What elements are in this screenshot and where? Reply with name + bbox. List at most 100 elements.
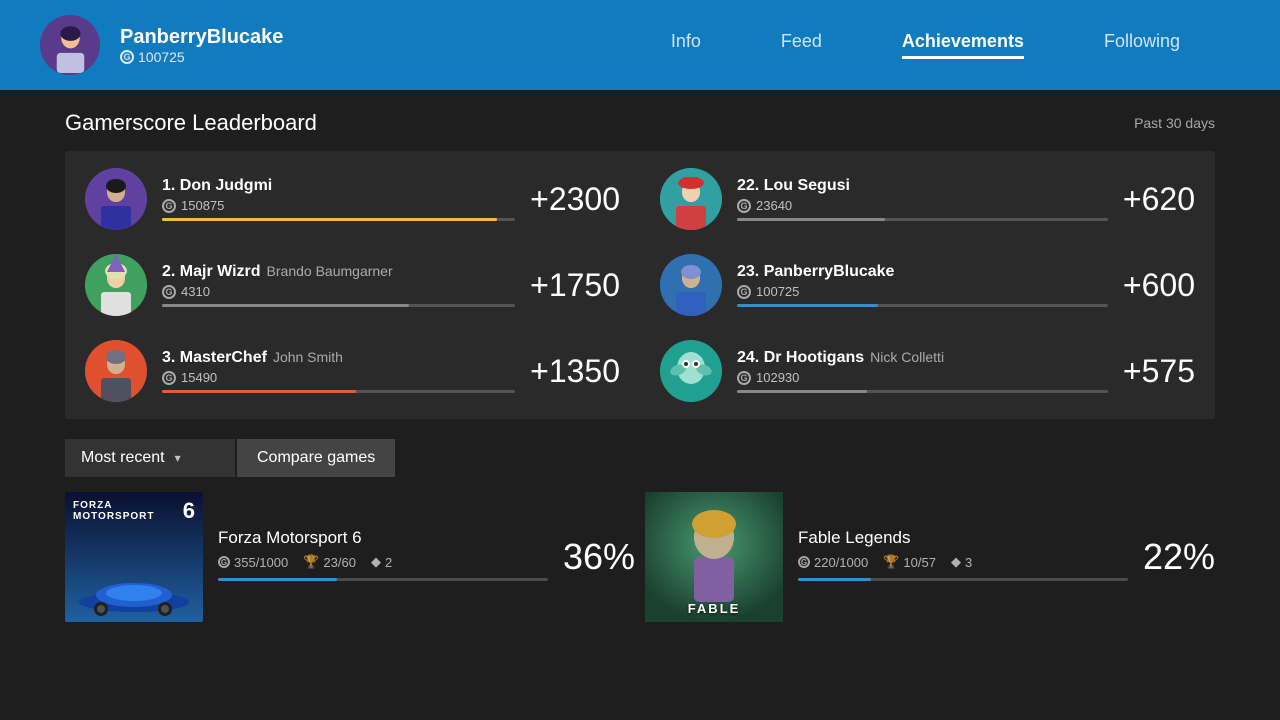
- compare-games-button[interactable]: Compare games: [237, 439, 395, 477]
- lb-avatar-3: [85, 340, 147, 402]
- lb-delta-2: +1750: [530, 267, 620, 304]
- user-info: PanberryBlucake G 100725: [120, 26, 283, 65]
- header: PanberryBlucake G 100725 Info Feed Achie…: [0, 0, 1280, 90]
- lb-bar-container-2: [162, 304, 515, 307]
- game-info-forza: Forza Motorsport 6 G 355/1000 🏆 23/60 ◆: [218, 528, 548, 586]
- lb-info-22: 22. Lou Segusi G 23640: [737, 177, 1108, 221]
- game-gamerscore-forza: G 355/1000: [218, 555, 288, 570]
- lb-bar-23: [737, 304, 878, 307]
- gamerscore-icon: G: [120, 50, 134, 64]
- lb-bar-container-3: [162, 390, 515, 393]
- game-title-fable: Fable Legends: [798, 528, 1128, 548]
- lb-bar-24: [737, 390, 867, 393]
- lb-delta-22: +620: [1123, 181, 1195, 218]
- trophy-icon-fable: 🏆: [883, 554, 899, 570]
- forza-label: FORZAMOTORSPORT: [73, 500, 154, 522]
- lb-delta-1: +2300: [530, 181, 620, 218]
- score-icon-24: G: [737, 371, 751, 385]
- score-icon-1: G: [162, 199, 176, 213]
- lb-avatar-1: [85, 168, 147, 230]
- leaderboard-entry-23: 23. PanberryBlucake G 100725 +600: [640, 242, 1215, 328]
- game-info-fable: Fable Legends G 220/1000 🏆 10/57 ◆ 3: [798, 528, 1128, 586]
- lb-bar-22: [737, 218, 885, 221]
- filter-row: Most recent ▾ Compare games: [65, 439, 1215, 477]
- lb-info-23: 23. PanberryBlucake G 100725: [737, 263, 1108, 307]
- forza-num: 6: [183, 498, 195, 524]
- game-achievements-fable: 🏆 10/57: [883, 554, 936, 570]
- lb-score-23: 100725: [756, 284, 799, 299]
- lb-bar-container-24: [737, 390, 1108, 393]
- diamond-icon-fable: ◆: [951, 554, 961, 570]
- game-stats-fable: G 220/1000 🏆 10/57 ◆ 3: [798, 554, 1128, 570]
- leaderboard-period: Past 30 days: [1134, 115, 1215, 131]
- header-gamerscore: G 100725: [120, 49, 283, 65]
- header-score-value: 100725: [138, 49, 185, 65]
- nav-feed[interactable]: Feed: [781, 31, 822, 59]
- lb-avatar-2: [85, 254, 147, 316]
- leaderboard-left-column: 1. Don Judgmi G 150875 +2300: [65, 156, 640, 414]
- game-progress-bar-forza: [218, 578, 548, 581]
- lb-rank-name-2: 2. Majr Wizrd: [162, 263, 261, 281]
- score-icon-23: G: [737, 285, 751, 299]
- user-avatar: [40, 15, 100, 75]
- lb-bar-container-22: [737, 218, 1108, 221]
- lb-rank-name-24: 24. Dr Hootigans: [737, 349, 864, 367]
- filter-dropdown[interactable]: Most recent ▾: [65, 439, 235, 477]
- score-icon-2: G: [162, 285, 176, 299]
- header-username: PanberryBlucake: [120, 26, 283, 49]
- game-diamonds-fable: ◆ 3: [951, 554, 972, 570]
- fable-label: FABLE: [645, 601, 783, 616]
- lb-score-24: 102930: [756, 370, 799, 385]
- lb-bar-3: [162, 390, 356, 393]
- lb-rank-name-22: 22. Lou Segusi: [737, 177, 850, 195]
- trophy-icon-forza: 🏆: [303, 554, 319, 570]
- game-diamonds-forza: ◆ 2: [371, 554, 392, 570]
- game-percent-forza: 36%: [563, 536, 635, 578]
- lb-bar-container-23: [737, 304, 1108, 307]
- lb-score-3: 15490: [181, 370, 217, 385]
- game-entry-fable: FABLE Fable Legends G 220/1000 🏆 10/57: [645, 492, 1215, 622]
- score-icon-22: G: [737, 199, 751, 213]
- lb-score-22: 23640: [756, 198, 792, 213]
- lb-real-name-3: John Smith: [273, 349, 343, 365]
- lb-real-name-24: Nick Colletti: [870, 349, 944, 365]
- lb-delta-24: +575: [1123, 353, 1195, 390]
- games-section: Most recent ▾ Compare games FORZAMOTORSP…: [65, 439, 1215, 622]
- nav-achievements[interactable]: Achievements: [902, 31, 1024, 59]
- lb-avatar-22: [660, 168, 722, 230]
- chevron-down-icon: ▾: [175, 451, 181, 465]
- leaderboard-entry-24: 24. Dr Hootigans Nick Colletti G 102930 …: [640, 328, 1215, 414]
- game-thumbnail-forza: FORZAMOTORSPORT 6: [65, 492, 203, 622]
- lb-info-3: 3. MasterChef John Smith G 15490: [162, 349, 515, 393]
- game-percent-fable: 22%: [1143, 536, 1215, 578]
- leaderboard-right-column: 22. Lou Segusi G 23640 +620: [640, 156, 1215, 414]
- score-icon-3: G: [162, 371, 176, 385]
- lb-rank-name-1: 1. Don Judgmi: [162, 177, 272, 195]
- game-achievements-forza: 🏆 23/60: [303, 554, 356, 570]
- nav-info[interactable]: Info: [671, 31, 701, 59]
- filter-label: Most recent: [81, 449, 165, 467]
- gamerscore-stat-icon-fable: G: [798, 556, 810, 568]
- game-gamerscore-fable: G 220/1000: [798, 555, 868, 570]
- lb-avatar-23: [660, 254, 722, 316]
- lb-bar-container-1: [162, 218, 515, 221]
- leaderboard-title: Gamerscore Leaderboard: [65, 110, 317, 136]
- game-progress-bar-fable: [798, 578, 1128, 581]
- game-thumbnail-fable: FABLE: [645, 492, 783, 622]
- leaderboard-header: Gamerscore Leaderboard Past 30 days: [65, 110, 1215, 136]
- lb-delta-3: +1350: [530, 353, 620, 390]
- lb-bar-2: [162, 304, 409, 307]
- lb-real-name-2: Brando Baumgarner: [267, 263, 393, 279]
- nav-following[interactable]: Following: [1104, 31, 1180, 59]
- game-stats-forza: G 355/1000 🏆 23/60 ◆ 2: [218, 554, 548, 570]
- games-grid: FORZAMOTORSPORT 6: [65, 492, 1215, 622]
- lb-score-1: 150875: [181, 198, 224, 213]
- leaderboard-entry-22: 22. Lou Segusi G 23640 +620: [640, 156, 1215, 242]
- lb-rank-name-23: 23. PanberryBlucake: [737, 263, 894, 281]
- game-progress-fill-fable: [798, 578, 871, 581]
- leaderboard-entry-3: 3. MasterChef John Smith G 15490 +1350: [65, 328, 640, 414]
- lb-avatar-24: [660, 340, 722, 402]
- lb-info-1: 1. Don Judgmi G 150875: [162, 177, 515, 221]
- lb-info-2: 2. Majr Wizrd Brando Baumgarner G 4310: [162, 263, 515, 307]
- leaderboard-entry-2: 2. Majr Wizrd Brando Baumgarner G 4310 +…: [65, 242, 640, 328]
